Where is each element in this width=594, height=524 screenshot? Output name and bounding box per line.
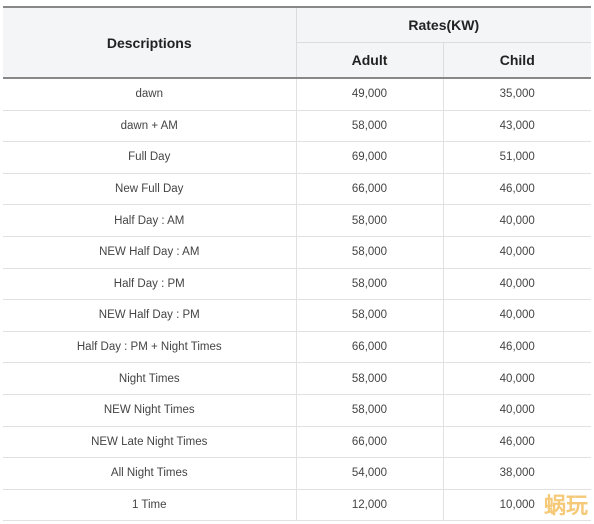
row-description: Half Day : PM + Night Times (3, 331, 297, 364)
row-description: dawn + AM (3, 110, 297, 143)
table-row: Half Day : PM + Night Times 66,000 46,000 (3, 331, 591, 364)
table-row: Half Day : PM 58,000 40,000 (3, 268, 591, 301)
table-body: dawn 49,000 35,000 dawn + AM 58,000 43,000 Ful… (3, 78, 591, 522)
table-row: Night Times 58,000 40,000 (3, 362, 591, 395)
table-row: dawn 49,000 35,000 (3, 78, 591, 111)
row-description: NEW Night Times (3, 394, 297, 427)
row-child-rate: 40,000 (443, 268, 591, 301)
header-adult: Adult (296, 42, 444, 79)
row-description: 1 Time (3, 489, 297, 522)
row-adult-rate: 58,000 (296, 110, 444, 143)
row-description: NEW Late Night Times (3, 426, 297, 459)
row-child-rate: 40,000 (443, 299, 591, 332)
row-child-rate: 43,000 (443, 110, 591, 143)
row-child-rate: 40,000 (443, 394, 591, 427)
row-description: Half Day : AM (3, 204, 297, 237)
table-row: NEW Late Night Times 66,000 46,000 (3, 426, 591, 459)
row-adult-rate: 58,000 (296, 394, 444, 427)
row-description: New Full Day (3, 173, 297, 206)
row-adult-rate: 58,000 (296, 268, 444, 301)
table-row: New Full Day 66,000 46,000 (3, 173, 591, 206)
rates-table: Descriptions Rates(KW) Adult Child dawn 4… (3, 6, 591, 522)
row-child-rate: 46,000 (443, 331, 591, 364)
table-row: All Night Times 54,000 38,000 (3, 457, 591, 490)
table-row: NEW Night Times 58,000 40,000 (3, 394, 591, 427)
row-adult-rate: 49,000 (296, 78, 444, 111)
row-child-rate: 38,000 (443, 457, 591, 490)
row-child-rate: 51,000 (443, 141, 591, 174)
row-adult-rate: 12,000 (296, 489, 444, 522)
row-child-rate: 40,000 (443, 362, 591, 395)
row-child-rate: 46,000 (443, 173, 591, 206)
row-description: NEW Half Day : AM (3, 236, 297, 269)
row-child-rate: 40,000 (443, 236, 591, 269)
header-descriptions: Descriptions (3, 6, 297, 79)
row-adult-rate: 58,000 (296, 299, 444, 332)
row-child-rate: 40,000 (443, 204, 591, 237)
watermark-logo: 蜗玩 (543, 494, 588, 519)
row-adult-rate: 66,000 (296, 331, 444, 364)
header-child: Child (443, 42, 591, 79)
table-header: Descriptions Rates(KW) Adult Child (3, 6, 591, 79)
row-adult-rate: 58,000 (296, 236, 444, 269)
row-description: All Night Times (3, 457, 297, 490)
table-row: 1 Time 12,000 10,000 (3, 489, 591, 522)
row-adult-rate: 66,000 (296, 173, 444, 206)
header-rates: Rates(KW) (296, 6, 591, 43)
table-row: dawn + AM 58,000 43,000 (3, 110, 591, 143)
table-row: NEW Half Day : PM 58,000 40,000 (3, 299, 591, 332)
row-description: NEW Half Day : PM (3, 299, 297, 332)
row-adult-rate: 58,000 (296, 204, 444, 237)
row-description: Full Day (3, 141, 297, 174)
row-child-rate: 35,000 (443, 78, 591, 111)
row-child-rate: 46,000 (443, 426, 591, 459)
row-description: Half Day : PM (3, 268, 297, 301)
row-description: dawn (3, 78, 297, 111)
row-adult-rate: 66,000 (296, 426, 444, 459)
row-adult-rate: 54,000 (296, 457, 444, 490)
row-adult-rate: 69,000 (296, 141, 444, 174)
table-row: Half Day : AM 58,000 40,000 (3, 204, 591, 237)
rates-table-container: Descriptions Rates(KW) Adult Child dawn 4… (3, 6, 591, 522)
row-adult-rate: 58,000 (296, 362, 444, 395)
row-description: Night Times (3, 362, 297, 395)
table-row: Full Day 69,000 51,000 (3, 141, 591, 174)
table-row: NEW Half Day : AM 58,000 40,000 (3, 236, 591, 269)
